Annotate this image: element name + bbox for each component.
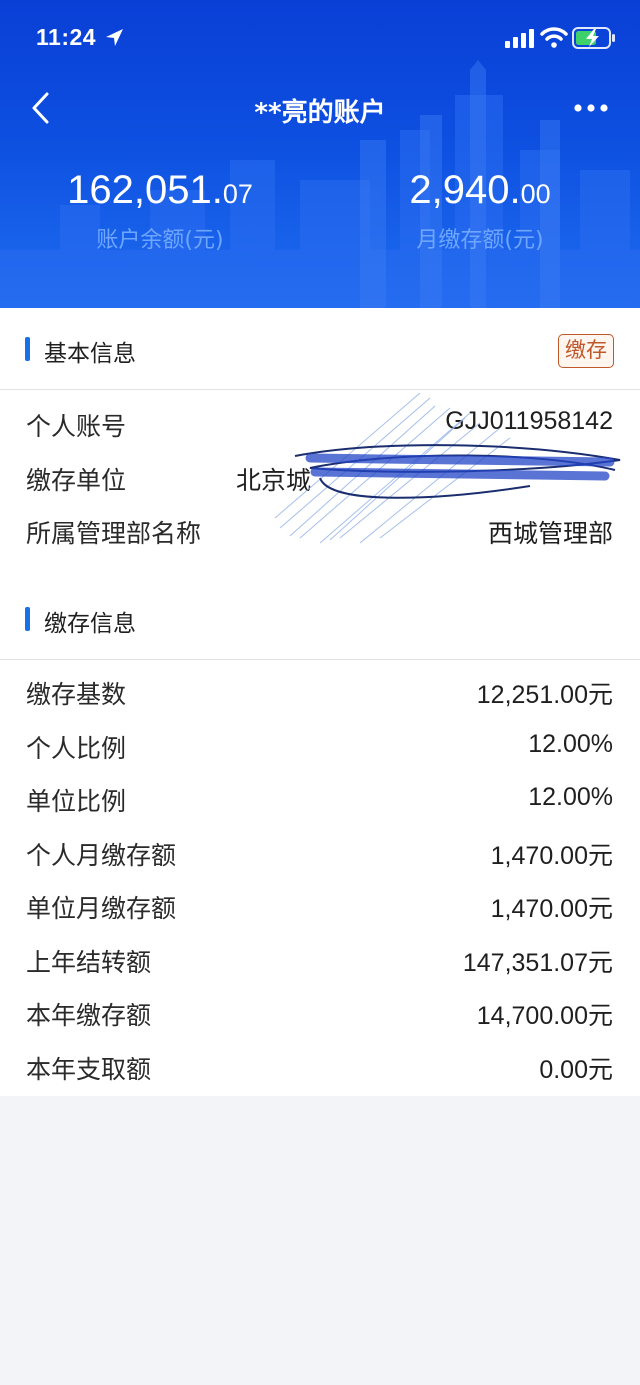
info-row: 上年结转额 147,351.07元 bbox=[0, 934, 640, 988]
section-header: 基本信息 缴存 bbox=[0, 308, 640, 390]
row-value: 1,470.00元 bbox=[490, 894, 613, 923]
info-row: 本年支取额 0.00元 bbox=[0, 1041, 640, 1095]
row-value: 12,251.00元 bbox=[476, 680, 613, 709]
row-label: 个人比例 bbox=[26, 733, 127, 763]
row-value: 西城管理部 bbox=[487, 520, 613, 548]
row-value: 12.00% bbox=[528, 729, 613, 758]
row-label: 所属管理部名称 bbox=[26, 519, 202, 548]
deposit-info-rows: 缴存基数 12,251.00元 个人比例 12.00% 单位比例 12.00% … bbox=[0, 660, 640, 1094]
monthly-deposit: 2,940.00 月缴存额(元) bbox=[320, 164, 640, 254]
location-arrow-icon bbox=[106, 29, 123, 46]
battery-charging-icon bbox=[572, 27, 615, 49]
account-header: 11:24 **亮的账户 162,051.07 账户余额(元) 2,940.00… bbox=[0, 0, 640, 308]
info-row: 个人账号 GJJ011958142 bbox=[0, 398, 640, 452]
row-label: 本年支取额 bbox=[26, 1054, 152, 1084]
row-value: 北京城 bbox=[236, 466, 312, 495]
info-row: 单位比例 12.00% bbox=[0, 773, 640, 827]
row-value: 1,470.00元 bbox=[490, 840, 613, 870]
row-label: 本年缴存额 bbox=[26, 1001, 152, 1030]
row-value: 0.00元 bbox=[539, 1054, 613, 1084]
row-label: 上年结转额 bbox=[26, 947, 152, 977]
info-row: 单位月缴存额 1,470.00元 bbox=[0, 880, 640, 934]
row-label: 缴存基数 bbox=[26, 680, 127, 709]
row-value: GJJ011958142 bbox=[445, 407, 613, 435]
row-label: 单位月缴存额 bbox=[26, 894, 177, 923]
row-label: 缴存单位 bbox=[26, 465, 127, 495]
info-row: 本年缴存额 14,700.00元 bbox=[0, 987, 640, 1041]
section-header: 缴存信息 bbox=[0, 578, 640, 660]
nav-bar: **亮的账户 bbox=[0, 76, 640, 140]
info-row: 个人比例 12.00% bbox=[0, 720, 640, 774]
account-balance: 162,051.07 账户余额(元) bbox=[0, 164, 320, 254]
row-label: 个人月缴存额 bbox=[26, 840, 177, 870]
section-title: 基本信息 bbox=[44, 341, 136, 367]
wifi-icon bbox=[540, 27, 568, 48]
info-row: 个人月缴存额 1,470.00元 bbox=[0, 827, 640, 881]
monthly-deposit-label: 月缴存额(元) bbox=[416, 228, 544, 253]
section-accent-bar bbox=[25, 607, 30, 631]
info-row: 缴存基数 12,251.00元 bbox=[0, 666, 640, 720]
row-value: 147,351.07元 bbox=[462, 947, 613, 977]
row-label: 个人账号 bbox=[26, 412, 127, 441]
account-balance-label: 账户余额(元) bbox=[96, 228, 224, 253]
status-bar: 11:24 bbox=[0, 0, 640, 76]
deposit-info-section: 缴存信息 缴存基数 12,251.00元 个人比例 12.00% 单位比例 12… bbox=[0, 578, 640, 1096]
row-value: 14,700.00元 bbox=[476, 1001, 613, 1030]
info-row: 所属管理部名称 西城管理部 bbox=[0, 505, 640, 559]
basic-info-section: 基本信息 缴存 个人账号 GJJ011958142 缴存单位 北京城 所属管理部… bbox=[0, 308, 640, 579]
info-row: 缴存单位 北京城 bbox=[0, 452, 640, 506]
status-time: 11:24 bbox=[36, 24, 97, 50]
section-title: 缴存信息 bbox=[44, 611, 136, 637]
account-balance-amount: 162,051.07 bbox=[67, 168, 253, 212]
signal-icon bbox=[505, 29, 534, 48]
more-dots-icon[interactable] bbox=[566, 90, 616, 126]
row-label: 单位比例 bbox=[26, 787, 127, 816]
status-badge: 缴存 bbox=[558, 334, 614, 368]
basic-info-rows: 个人账号 GJJ011958142 缴存单位 北京城 所属管理部名称 西城管理部 bbox=[0, 390, 640, 579]
row-value: 12.00% bbox=[528, 783, 613, 811]
monthly-deposit-amount: 2,940.00 bbox=[409, 168, 551, 212]
section-accent-bar bbox=[25, 337, 30, 361]
page-title: **亮的账户 bbox=[254, 98, 386, 128]
